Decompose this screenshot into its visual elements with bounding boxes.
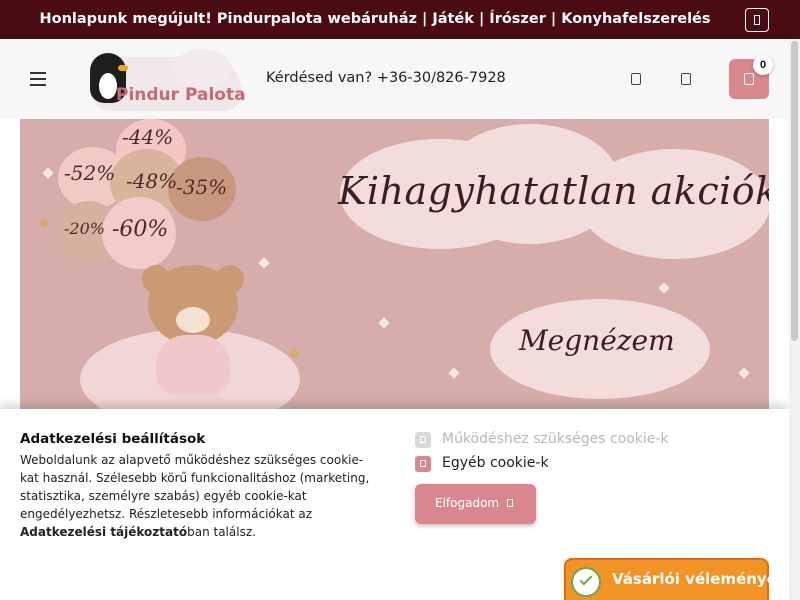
balloon-label: -35%	[176, 175, 228, 199]
checkbox-other[interactable]	[415, 456, 431, 472]
announcement-bar: Honlapunk megújult! Pindurpalota webáruh…	[0, 0, 800, 39]
user-icon[interactable]	[631, 73, 641, 85]
cart-button[interactable]: 0	[729, 55, 773, 99]
teddy-bear-illustration	[138, 265, 248, 395]
customer-reviews-tab[interactable]: Vásárlói vélemények	[564, 558, 787, 600]
logo[interactable]: Pindur Palota	[72, 47, 252, 113]
balloon-label: -52%	[64, 161, 116, 185]
heart-icon[interactable]	[681, 73, 691, 85]
promo-banner[interactable]: -44% -52% -48% -35% -20% -60% Kihagyhata…	[20, 119, 769, 409]
contact-phone[interactable]: Kérdésed van? +36-30/826-7928	[266, 70, 506, 86]
balloon-label: -44%	[122, 125, 174, 149]
banner-headline: Kihagyhatatlan akciók	[338, 169, 769, 213]
balloon-label: -48%	[126, 169, 178, 193]
announcement-text: Honlapunk megújult! Pindurpalota webáruh…	[39, 11, 711, 27]
verified-badge-icon	[571, 567, 601, 597]
cart-icon	[744, 73, 754, 85]
cookie-description: Weboldalunk az alapvető működéshez szüks…	[20, 453, 370, 539]
scrollbar[interactable]	[789, 39, 800, 600]
hamburger-menu-icon[interactable]	[30, 72, 46, 86]
privacy-policy-link[interactable]: Adatkezelési tájékoztató	[20, 525, 187, 539]
check-icon	[507, 499, 513, 507]
penguin-belly	[99, 73, 117, 99]
penguin-beak	[118, 65, 128, 71]
cart-count-badge: 0	[753, 55, 773, 75]
logo-cloud-small	[172, 49, 232, 89]
reviews-label: Vásárlói vélemények	[612, 570, 787, 588]
balloon-label: -20%	[64, 219, 105, 238]
cookie-title: Adatkezelési beállítások	[20, 431, 206, 447]
logo-text: Pindur Palota	[116, 85, 246, 105]
checkbox-required	[415, 432, 431, 448]
close-square-icon[interactable]	[745, 8, 769, 32]
accept-button[interactable]: Elfogadom	[415, 484, 536, 524]
balloon-label: -60%	[112, 217, 169, 242]
site-header: Pindur Palota Kérdésed van? +36-30/826-7…	[0, 39, 789, 119]
banner-cta-link[interactable]: Megnézem	[519, 324, 675, 357]
